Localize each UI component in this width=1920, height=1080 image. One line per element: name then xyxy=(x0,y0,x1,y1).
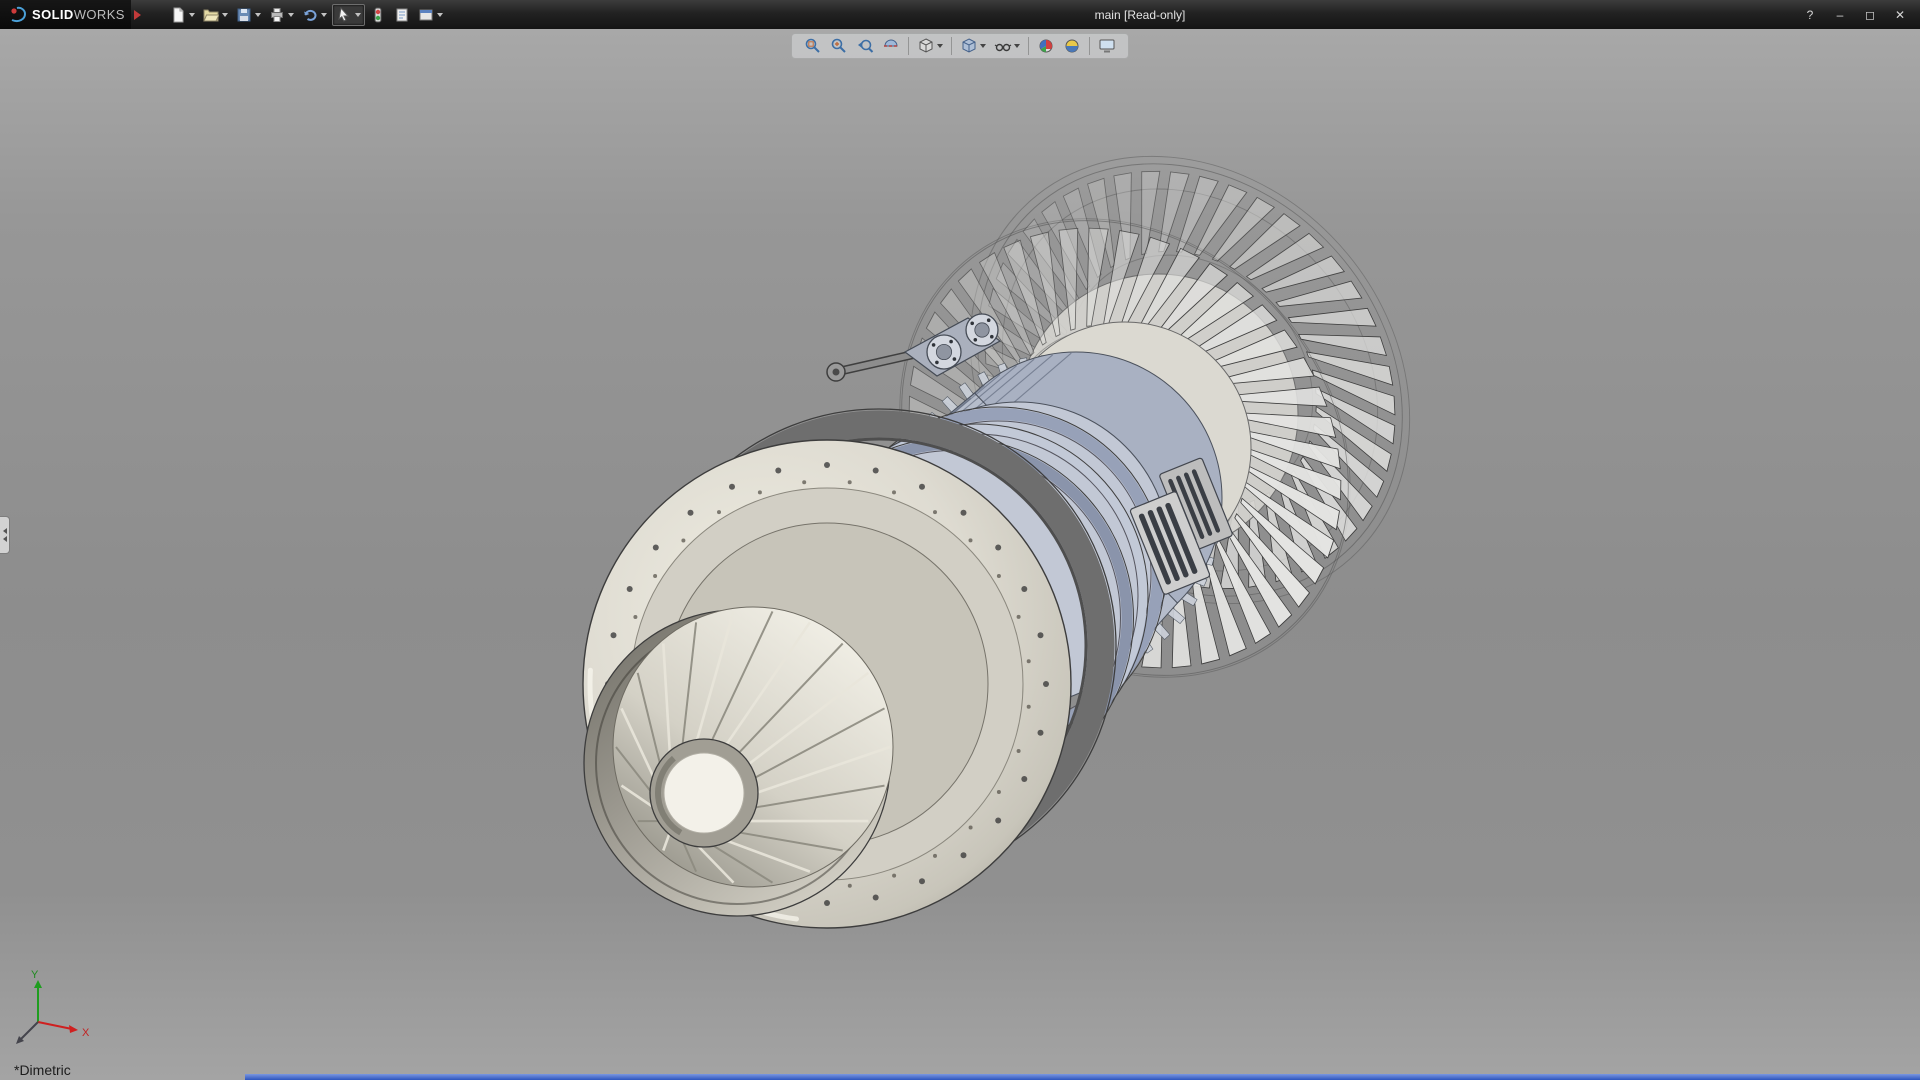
dropdown-caret-icon xyxy=(255,13,261,17)
section-view-button[interactable] xyxy=(880,36,902,56)
jet-engine-model[interactable]: Y X xyxy=(0,0,1920,1080)
dropdown-caret-icon xyxy=(189,13,195,17)
titlebar-toolbar xyxy=(167,4,446,26)
apply-scene-button[interactable] xyxy=(1061,36,1083,56)
view-orientation-label: *Dimetric xyxy=(14,1062,71,1078)
open-folder-icon xyxy=(203,7,219,23)
toolbar-separator xyxy=(1089,37,1090,55)
file-properties-button[interactable] xyxy=(391,5,413,25)
triad-z-axis xyxy=(20,1022,38,1040)
dropdown-caret-icon xyxy=(437,13,443,17)
zoom-to-area-button[interactable] xyxy=(828,36,850,56)
3ds-logo-icon xyxy=(8,5,28,25)
dropdown-caret-icon xyxy=(355,13,361,17)
previous-view-button[interactable] xyxy=(854,36,876,56)
triad-x-label: X xyxy=(82,1027,90,1039)
titlebar-window-controls: ? – ◻ ✕ xyxy=(1800,6,1920,24)
edit-appearance-ball-icon xyxy=(1037,37,1055,55)
view-settings-button[interactable] xyxy=(1096,36,1118,56)
new-document-button[interactable] xyxy=(167,5,198,25)
dropdown-caret-icon xyxy=(321,13,327,17)
titlebar: SOLIDWORKS xyxy=(0,0,1920,29)
menu-flyout-arrow[interactable] xyxy=(131,5,145,25)
engine-assembly[interactable] xyxy=(583,138,1428,928)
save-icon xyxy=(236,7,252,23)
zoom-to-area-icon xyxy=(830,37,848,55)
dropdown-caret-icon xyxy=(937,44,943,48)
previous-view-icon xyxy=(856,37,874,55)
view-orientation-cube-icon xyxy=(917,37,935,55)
dropdown-caret-icon xyxy=(1014,44,1020,48)
triad-x-arrowhead xyxy=(69,1025,78,1033)
undo-button[interactable] xyxy=(299,5,330,25)
options-button[interactable] xyxy=(415,5,446,25)
undo-icon xyxy=(302,7,318,23)
file-properties-icon xyxy=(394,7,410,23)
taskbar-sliver xyxy=(245,1074,1920,1080)
toolbar-separator xyxy=(908,37,909,55)
orientation-triad: Y X xyxy=(16,969,90,1044)
triad-y-label: Y xyxy=(31,969,39,981)
select-button[interactable] xyxy=(332,4,365,26)
close-button[interactable]: ✕ xyxy=(1890,6,1910,24)
minimize-button[interactable]: – xyxy=(1830,6,1850,24)
dropdown-caret-icon xyxy=(222,13,228,17)
edit-appearance-button[interactable] xyxy=(1035,36,1057,56)
solidworks-logo: SOLIDWORKS xyxy=(0,0,131,29)
maximize-button[interactable]: ◻ xyxy=(1860,6,1880,24)
zoom-to-fit-icon xyxy=(804,37,822,55)
toolbar-separator xyxy=(951,37,952,55)
help-button[interactable]: ? xyxy=(1800,6,1820,24)
display-style-button[interactable] xyxy=(958,36,988,56)
headsup-view-toolbar xyxy=(791,33,1129,59)
triad-x-axis xyxy=(38,1022,72,1029)
select-cursor-icon xyxy=(336,7,352,23)
rebuild-button[interactable] xyxy=(367,5,389,25)
print-button[interactable] xyxy=(266,5,297,25)
dropdown-caret-icon xyxy=(980,44,986,48)
display-style-icon xyxy=(960,37,978,55)
new-document-icon xyxy=(170,7,186,23)
options-icon xyxy=(418,7,434,23)
rebuild-traffic-light-icon xyxy=(370,7,386,23)
hide-show-items-button[interactable] xyxy=(992,36,1022,56)
flyout-arrow-icon xyxy=(134,10,141,20)
dropdown-caret-icon xyxy=(288,13,294,17)
print-icon xyxy=(269,7,285,23)
toolbar-separator xyxy=(1028,37,1029,55)
view-settings-icon xyxy=(1098,37,1116,55)
apply-scene-icon xyxy=(1063,37,1081,55)
panel-splitter-handle[interactable] xyxy=(0,516,10,554)
save-button[interactable] xyxy=(233,5,264,25)
zoom-to-fit-button[interactable] xyxy=(802,36,824,56)
solidworks-wordmark: SOLIDWORKS xyxy=(32,7,125,22)
triad-y-arrowhead xyxy=(34,980,42,988)
view-orientation-button[interactable] xyxy=(915,36,945,56)
eyeglasses-icon xyxy=(994,37,1012,55)
collapse-arrow-icon xyxy=(3,536,7,542)
collapse-arrow-icon xyxy=(3,528,7,534)
section-view-icon xyxy=(882,37,900,55)
window-title: main [Read-only] xyxy=(1095,8,1186,22)
open-button[interactable] xyxy=(200,5,231,25)
